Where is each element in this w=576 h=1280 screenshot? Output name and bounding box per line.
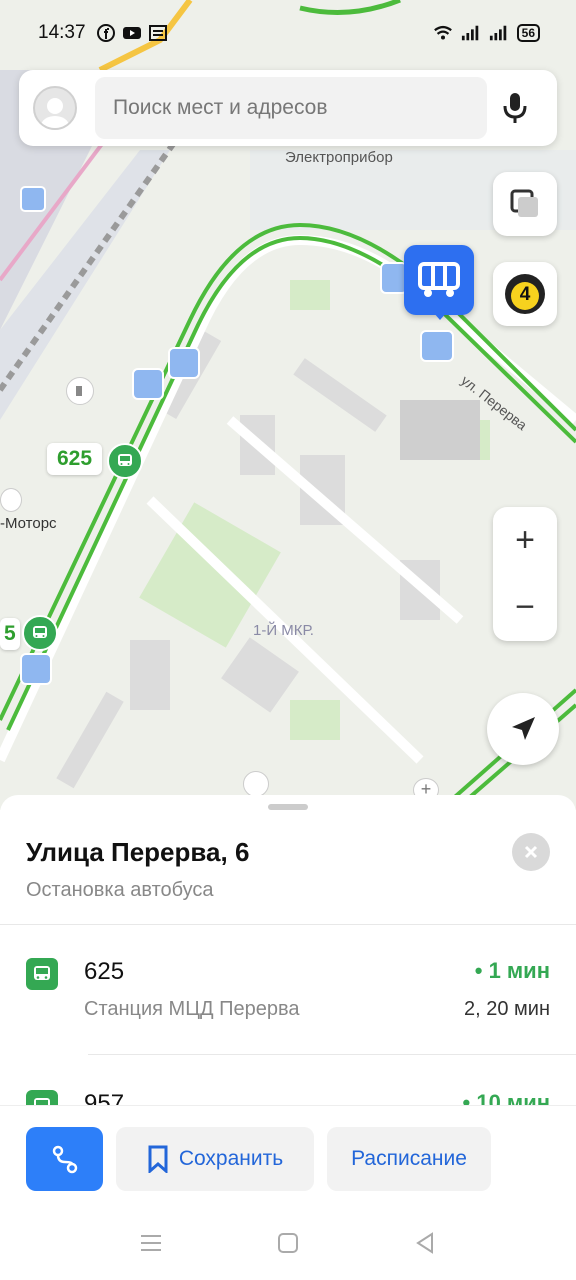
action-bar: Сохранить Расписание [0, 1105, 576, 1205]
bus-stop-pin[interactable] [22, 615, 58, 651]
layers-icon [510, 189, 538, 217]
signal-icon [489, 23, 509, 43]
save-button[interactable]: Сохранить [116, 1127, 314, 1191]
news-icon [148, 23, 168, 43]
stop-icon[interactable] [132, 368, 164, 400]
divider [88, 1054, 576, 1055]
layers-button[interactable] [493, 172, 557, 236]
route-destination: Станция МЦД Перерва [84, 998, 300, 1020]
my-location-button[interactable] [487, 693, 559, 765]
home-icon[interactable] [277, 1232, 299, 1259]
route-number: 625 [84, 958, 125, 985]
route-icon [52, 1145, 77, 1174]
status-time: 14:37 [38, 22, 86, 43]
bus-icon [33, 626, 47, 638]
battery-indicator: 56 [516, 24, 540, 42]
map-label-electropribor: Электроприбор [285, 149, 393, 166]
divider [0, 924, 576, 925]
close-icon [524, 845, 538, 859]
bookmark-icon [148, 1145, 168, 1173]
menu-icon[interactable] [140, 1233, 162, 1258]
bus-icon [26, 958, 58, 990]
bus-stop-icon [418, 262, 460, 297]
gas-station-icon[interactable] [66, 377, 94, 405]
mic-button[interactable] [487, 80, 543, 136]
schedule-button[interactable]: Расписание [327, 1127, 491, 1191]
avatar[interactable] [33, 86, 77, 130]
save-label: Сохранить [178, 1147, 284, 1170]
zoom-out-button[interactable]: − [493, 574, 557, 641]
system-nav-bar [0, 1210, 576, 1280]
bus-icon [118, 454, 132, 466]
stop-icon[interactable] [420, 330, 454, 362]
mic-icon [503, 93, 527, 123]
search-bar: Поиск мест и адресов [19, 70, 557, 146]
stop-title: Улица Перерва, 6 [26, 837, 250, 867]
search-input[interactable]: Поиск мест и адресов [95, 77, 487, 139]
user-icon [41, 98, 69, 128]
marker-pointer [433, 312, 447, 320]
route-button[interactable] [26, 1127, 103, 1191]
map-label-district: 1-Й МКР. [253, 622, 314, 639]
route-eta: • 1 мин [474, 958, 550, 983]
selected-stop-marker[interactable] [404, 245, 474, 315]
facebook-icon [96, 23, 116, 43]
traffic-score: 4 [519, 284, 531, 305]
route-badge-625[interactable]: 625 [47, 443, 103, 475]
bus-stop-pin[interactable] [107, 443, 143, 479]
sheet-drag-handle[interactable] [268, 804, 308, 810]
stop-subtitle: Остановка автобуса [26, 879, 214, 901]
stop-icon[interactable] [20, 653, 52, 685]
navigation-arrow-icon [512, 717, 535, 740]
wifi-icon [433, 23, 453, 43]
zoom-controls: + − [493, 507, 557, 641]
back-icon[interactable] [414, 1231, 436, 1259]
signal-icon [461, 23, 481, 43]
route-row[interactable]: 625 Станция МЦД Перерва • 1 мин 2, 20 ми… [0, 958, 576, 1068]
traffic-button[interactable]: 4 [493, 262, 557, 326]
stop-icon[interactable] [20, 186, 46, 212]
close-button[interactable] [512, 833, 550, 871]
stop-icon[interactable] [168, 347, 200, 379]
map-label-motors: -Моторс [0, 515, 57, 532]
car-service-icon[interactable] [0, 488, 22, 512]
zoom-in-button[interactable]: + [493, 507, 557, 574]
route-next-arrivals: 2, 20 мин [463, 998, 550, 1020]
stop-info-sheet: Улица Перерва, 6 Остановка автобуса 625 … [0, 795, 576, 1280]
education-icon[interactable] [243, 771, 269, 797]
status-bar: 14:37 56 [0, 0, 576, 66]
youtube-icon [122, 23, 142, 43]
route-badge-partial[interactable]: 5 [0, 618, 20, 650]
